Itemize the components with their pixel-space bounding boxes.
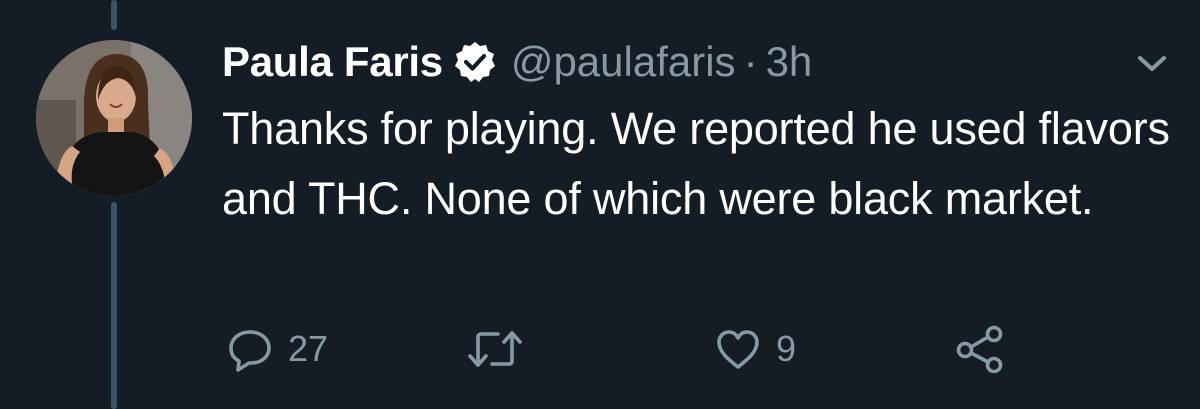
display-name[interactable]: Paula Faris: [222, 38, 443, 86]
tweet-card[interactable]: Paula Faris @paulafaris · 3h Thanks for …: [0, 0, 1200, 409]
avatar[interactable]: [36, 40, 192, 196]
retweet-button[interactable]: [466, 323, 538, 375]
retweet-icon: [468, 331, 522, 367]
reply-button[interactable]: 27: [226, 323, 328, 375]
separator-dot: ·: [743, 38, 758, 85]
share-button[interactable]: [954, 323, 1020, 375]
like-button[interactable]: 9: [714, 323, 796, 375]
action-bar: 27 9: [226, 323, 1026, 375]
verified-badge-icon: [453, 40, 497, 84]
timestamp[interactable]: 3h: [766, 38, 813, 86]
reply-icon: [229, 330, 271, 372]
chevron-down-icon[interactable]: [1134, 52, 1170, 76]
share-icon: [956, 325, 1003, 373]
user-handle[interactable]: @paulafaris: [511, 38, 736, 86]
thread-line-bottom: [111, 202, 117, 409]
profile-photo-icon: [36, 40, 192, 196]
heart-icon: [717, 330, 759, 369]
like-count: 9: [776, 328, 797, 369]
reply-count: 27: [288, 328, 329, 369]
tweet-header: Paula Faris @paulafaris · 3h: [222, 34, 812, 90]
tweet-text: Thanks for playing. We reported he used …: [222, 103, 1170, 224]
thread-line-top: [111, 0, 117, 30]
